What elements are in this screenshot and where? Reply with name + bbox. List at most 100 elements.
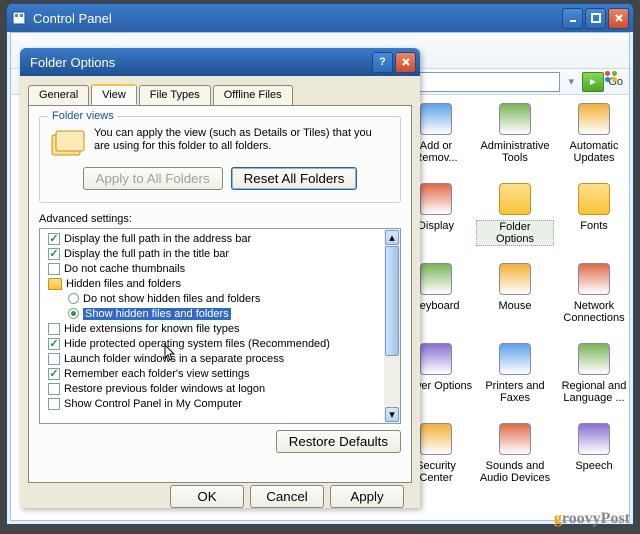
tree-row[interactable]: Hide protected operating system files (R… xyxy=(40,336,400,351)
restore-defaults-button[interactable]: Restore Defaults xyxy=(276,430,401,453)
scroll-thumb[interactable] xyxy=(385,246,399,356)
cp-item-label: NetworkConnections xyxy=(555,300,629,324)
cp-item-regional[interactable]: Regional andLanguage ... xyxy=(555,341,629,404)
tree-row[interactable]: Display the full path in the title bar xyxy=(40,246,400,261)
address-dropdown-icon[interactable]: ▾ xyxy=(564,75,578,88)
cp-item-automatic[interactable]: AutomaticUpdates xyxy=(555,101,629,164)
cp-item-icon xyxy=(576,181,612,217)
checkbox[interactable] xyxy=(48,263,60,275)
tree-row[interactable]: Show Control Panel in My Computer xyxy=(40,396,400,411)
cp-item-sounds[interactable]: Sounds andAudio Devices xyxy=(476,421,554,484)
tree-item-label: Show hidden files and folders xyxy=(83,308,231,320)
tree-row[interactable]: Restore previous folder windows at logon xyxy=(40,381,400,396)
cp-item-icon xyxy=(576,421,612,457)
cp-item-icon xyxy=(418,341,454,377)
advanced-settings-tree[interactable]: Display the full path in the address bar… xyxy=(39,228,401,424)
cp-item-speech[interactable]: Speech xyxy=(555,421,629,472)
apply-to-all-folders-button[interactable]: Apply to All Folders xyxy=(83,167,223,190)
tree-item-label: Hide extensions for known file types xyxy=(64,323,239,335)
tree-item-label: Do not cache thumbnails xyxy=(64,263,185,275)
cp-item-icon xyxy=(497,101,533,137)
dialog-titlebar[interactable]: Folder Options ? xyxy=(20,48,420,76)
checkbox[interactable] xyxy=(48,338,60,350)
folder-views-title: Folder views xyxy=(48,110,118,122)
checkbox[interactable] xyxy=(48,233,60,245)
cp-item-label: Speech xyxy=(555,460,629,472)
cp-item-administrative[interactable]: AdministrativeTools xyxy=(476,101,554,164)
watermark: groovyPost xyxy=(554,510,630,528)
tree-row[interactable]: Remember each folder's view settings xyxy=(40,366,400,381)
ok-button[interactable]: OK xyxy=(170,485,244,508)
scroll-down-button[interactable]: ▾ xyxy=(385,407,399,422)
cp-item-icon xyxy=(497,261,533,297)
cp-item-folder[interactable]: Folder Options xyxy=(476,181,554,246)
control-panel-title: Control Panel xyxy=(33,11,112,26)
cp-item-icon xyxy=(497,341,533,377)
dialog-close-button[interactable] xyxy=(395,52,416,73)
cp-item-icon xyxy=(418,421,454,457)
tree-row[interactable]: Show hidden files and folders xyxy=(40,306,400,321)
tab-general[interactable]: General xyxy=(28,85,89,106)
cp-item-fonts[interactable]: Fonts xyxy=(555,181,629,232)
reset-all-folders-button[interactable]: Reset All Folders xyxy=(231,167,358,190)
tree-item-label: Show Control Panel in My Computer xyxy=(64,398,242,410)
cp-item-printers[interactable]: Printers andFaxes xyxy=(476,341,554,404)
checkbox[interactable] xyxy=(48,383,60,395)
cp-item-icon xyxy=(497,181,533,217)
tree-scrollbar[interactable]: ▴ ▾ xyxy=(384,229,400,423)
apply-button[interactable]: Apply xyxy=(330,485,404,508)
cp-item-icon xyxy=(497,421,533,457)
control-panel-titlebar[interactable]: Control Panel xyxy=(7,4,633,32)
cp-item-label: Printers andFaxes xyxy=(476,380,554,404)
tree-item-label: Restore previous folder windows at logon xyxy=(64,383,265,395)
advanced-settings-label: Advanced settings: xyxy=(39,213,401,225)
cp-item-label: Fonts xyxy=(555,220,629,232)
tree-row[interactable]: Hide extensions for known file types xyxy=(40,321,400,336)
folder-options-dialog: Folder Options ? GeneralViewFile TypesOf… xyxy=(20,48,420,508)
tab-offline-files[interactable]: Offline Files xyxy=(213,85,293,106)
tree-item-label: Launch folder windows in a separate proc… xyxy=(64,353,284,365)
folder-views-group: Folder views You can apply the view (suc… xyxy=(39,116,401,203)
close-button[interactable] xyxy=(608,8,629,29)
tree-item-label: Hide protected operating system files (R… xyxy=(64,338,330,350)
tree-item-label: Display the full path in the address bar xyxy=(64,233,251,245)
checkbox[interactable] xyxy=(48,353,60,365)
tree-row[interactable]: Launch folder windows in a separate proc… xyxy=(40,351,400,366)
cp-item-icon xyxy=(576,341,612,377)
tree-item-label: Do not show hidden files and folders xyxy=(83,293,260,305)
cancel-button[interactable]: Cancel xyxy=(250,485,324,508)
dialog-button-row: OK Cancel Apply xyxy=(28,483,412,508)
cp-item-label: AutomaticUpdates xyxy=(555,140,629,164)
checkbox[interactable] xyxy=(48,248,60,260)
radio-button[interactable] xyxy=(68,293,79,304)
cp-item-network[interactable]: NetworkConnections xyxy=(555,261,629,324)
cp-item-icon xyxy=(576,101,612,137)
tree-item-label: Display the full path in the title bar xyxy=(64,248,229,260)
cp-item-icon xyxy=(418,181,454,217)
windows-flag-icon xyxy=(597,65,625,87)
checkbox[interactable] xyxy=(48,323,60,335)
tree-row[interactable]: Do not cache thumbnails xyxy=(40,261,400,276)
help-button[interactable]: ? xyxy=(372,52,393,73)
cp-item-icon xyxy=(576,261,612,297)
checkbox[interactable] xyxy=(48,398,60,410)
folder-icon xyxy=(48,278,62,290)
tab-file-types[interactable]: File Types xyxy=(139,85,211,106)
tab-view[interactable]: View xyxy=(91,84,137,105)
tree-row[interactable]: Hidden files and folders xyxy=(40,276,400,291)
folder-views-icon xyxy=(50,127,86,159)
folder-views-text: You can apply the view (such as Details … xyxy=(94,127,390,153)
cp-item-icon xyxy=(418,261,454,297)
scroll-up-button[interactable]: ▴ xyxy=(385,230,399,245)
dialog-title: Folder Options xyxy=(30,55,115,70)
cp-item-label: Sounds andAudio Devices xyxy=(476,460,554,484)
view-tab-panel: Folder views You can apply the view (suc… xyxy=(28,105,412,483)
maximize-button[interactable] xyxy=(585,8,606,29)
tree-row[interactable]: Display the full path in the address bar xyxy=(40,231,400,246)
cp-item-mouse[interactable]: Mouse xyxy=(476,261,554,312)
checkbox[interactable] xyxy=(48,368,60,380)
radio-button[interactable] xyxy=(68,308,79,319)
cp-item-icon xyxy=(418,101,454,137)
tree-row[interactable]: Do not show hidden files and folders xyxy=(40,291,400,306)
minimize-button[interactable] xyxy=(562,8,583,29)
